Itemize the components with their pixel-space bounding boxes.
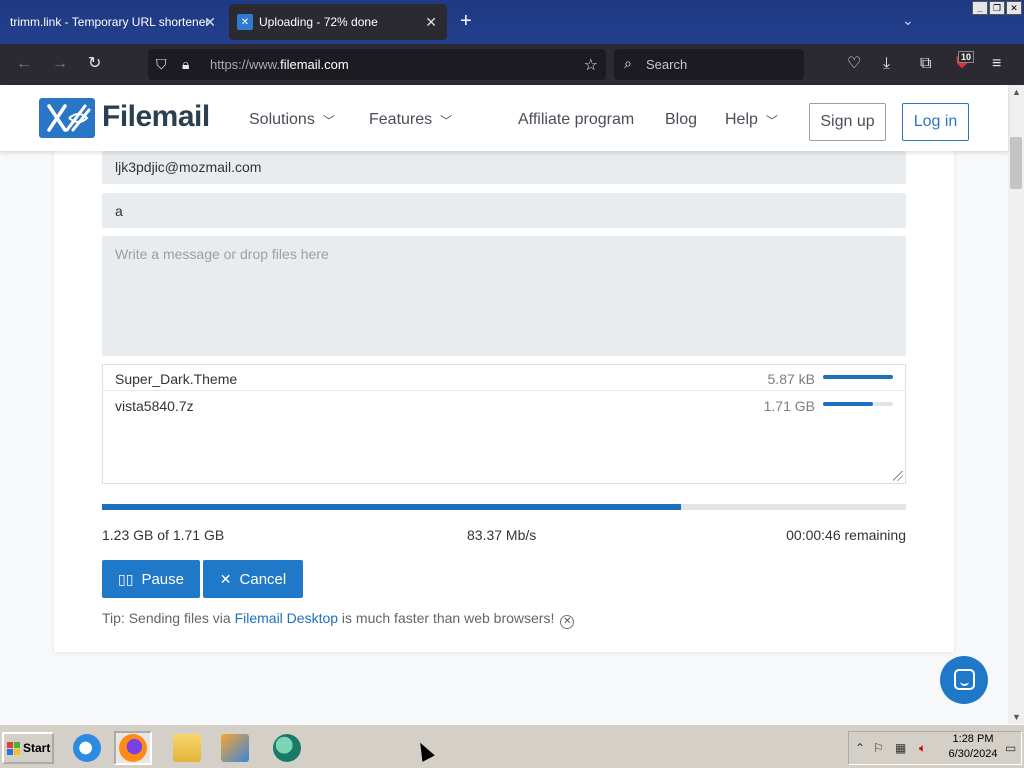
upload-speed: 83.37 Mb/s [467,527,537,543]
transferred-amount: 1.23 GB of 1.71 GB [102,527,225,543]
overall-upload-progress-bar [102,504,906,510]
url-text[interactable]: https://www.filemail.com [210,57,349,72]
browser-toolbar: ← → ↻ ⛉ 🔒︎ https://www.filemail.com ☆ ⌕ … [0,44,1024,85]
filemail-logo-icon[interactable] [39,98,95,138]
file-list: Super_Dark.Theme 5.87 kB vista5840.7z 1.… [102,364,906,484]
close-icon: ✕ [219,570,232,587]
menu-solutions[interactable]: Solutions ﹀ [249,111,335,129]
window-controls: _ ❐ ✕ [972,1,1022,15]
chevron-down-icon: ﹀ [440,113,453,128]
taskbar-media-player[interactable] [216,731,254,765]
scroll-down-arrow-icon[interactable]: ▼ [1012,712,1021,722]
message-textarea[interactable]: Write a message or drop files here [102,236,906,356]
time-remaining: 00:00:46 remaining [786,527,906,543]
new-tab-plus-icon[interactable]: + [460,10,472,32]
globe-app-icon [273,734,301,762]
sign-up-button[interactable]: Sign up [809,103,886,141]
network-icon[interactable]: ▦ [895,741,906,755]
menu-help[interactable]: Help ﹀ [725,111,778,129]
extensions-puzzle-icon[interactable]: ⧉ [920,56,931,72]
windows-flag-icon [7,741,20,755]
downloads-icon[interactable]: ⤓ [883,56,890,72]
tip-text: Tip: Sending files via Filemail Desktop … [102,610,575,629]
tab-title: Uploading - 72% done [259,15,378,29]
search-placeholder: Search [646,57,688,72]
address-bar[interactable]: ⛉ 🔒︎ https://www.filemail.com ☆ [148,49,606,80]
tab-title: trimm.link - Temporary URL shortener [10,15,210,29]
close-window-icon[interactable]: ✕ [1006,1,1022,15]
menu-blog[interactable]: Blog [665,111,697,129]
start-button[interactable]: Start [2,732,54,764]
back-arrow-icon[interactable]: ← [16,56,32,72]
pause-icon: ▯▯ [118,570,134,587]
file-progress-fill [823,375,893,379]
filemail-favicon-icon: ✕ [237,14,253,30]
file-progress-fill [823,402,874,406]
vertical-scrollbar[interactable]: ▲ ▼ [1008,85,1024,724]
file-row: Super_Dark.Theme 5.87 kB [103,365,905,391]
show-desktop-icon[interactable]: ▭ [1005,741,1016,755]
scrollbar-thumb[interactable] [1010,137,1022,189]
site-header: Filemail Solutions ﹀ Features ﹀ Affiliat… [0,85,1008,151]
file-size: 1.71 GB [763,398,815,414]
chevron-down-icon: ﹀ [322,113,335,128]
menu-features[interactable]: Features ﹀ [369,111,452,129]
file-name: Super_Dark.Theme [115,371,238,387]
logo-text[interactable]: Filemail [102,100,210,134]
menu-affiliate-program[interactable]: Affiliate program [518,111,634,129]
internet-explorer-icon [73,734,101,762]
tracking-shield-icon[interactable]: ⛉ [156,56,167,73]
system-clock[interactable]: 1:28 PM 6/30/2024 [940,732,1006,762]
taskbar-firefox[interactable] [114,731,152,765]
search-icon: ⌕ [624,55,632,71]
lock-icon[interactable]: 🔒︎ [182,56,189,73]
file-name: vista5840.7z [115,398,194,414]
list-all-tabs-chevron-icon[interactable]: ⌄ [902,12,914,29]
bookmark-star-icon[interactable]: ☆ [584,55,598,75]
scroll-up-arrow-icon[interactable]: ▲ [1012,87,1021,97]
close-tab-icon[interactable]: ✕ [425,14,437,31]
dismiss-tip-icon[interactable]: ✕ [560,615,575,629]
overall-progress-fill [102,504,681,510]
clock-date: 6/30/2024 [948,748,998,760]
minimize-icon[interactable]: _ [972,1,988,15]
recipient-email-field[interactable]: ljk3pdjic@mozmail.com [102,151,906,184]
volume-muted-icon[interactable]: 🔈︎ [919,741,926,756]
media-player-icon [221,734,249,762]
file-size: 5.87 kB [767,371,815,387]
tab-trimm-link[interactable]: trimm.link - Temporary URL shortener ✕ [0,0,226,44]
file-progress-bar [823,375,893,379]
file-progress-bar [823,402,893,406]
forward-arrow-icon[interactable]: → [52,56,68,72]
taskbar-internet-explorer[interactable] [68,731,106,765]
restore-icon[interactable]: ❐ [989,1,1005,15]
firefox-icon [119,734,147,762]
close-tab-icon[interactable]: ✕ [204,14,216,31]
taskbar-app[interactable] [268,731,306,765]
folder-icon [173,734,201,762]
chat-bubble-icon [954,669,975,690]
action-center-flag-icon[interactable]: ⚐ [873,741,884,755]
resize-handle[interactable] [893,471,903,481]
windows-taskbar: Start ⌃ ⚐ ▦ 🔈︎ ▭ [0,724,1024,768]
extension-badge: 10 [958,51,975,63]
filemail-desktop-link[interactable]: Filemail Desktop [235,610,338,626]
subject-field[interactable]: a [102,193,906,228]
search-bar[interactable]: ⌕ Search [614,49,804,80]
show-hidden-icons-icon[interactable]: ⌃ [855,741,865,755]
cancel-button[interactable]: ✕ Cancel [203,560,303,598]
pocket-icon[interactable]: ♡ [847,56,861,72]
pause-button[interactable]: ▯▯ Pause [102,560,200,598]
hamburger-menu-icon[interactable]: ≡ [992,56,1001,72]
taskbar-file-explorer[interactable] [168,731,206,765]
log-in-button[interactable]: Log in [902,103,969,141]
tab-uploading[interactable]: ✕ Uploading - 72% done ✕ [229,4,447,40]
file-row: vista5840.7z 1.71 GB [103,392,905,418]
clock-time: 1:28 PM [952,733,994,745]
reload-icon[interactable]: ↻ [88,56,101,72]
chevron-down-icon: ﹀ [765,113,778,128]
chat-support-button[interactable] [940,656,988,704]
browser-tab-strip: trimm.link - Temporary URL shortener ✕ ✕… [0,0,1024,44]
